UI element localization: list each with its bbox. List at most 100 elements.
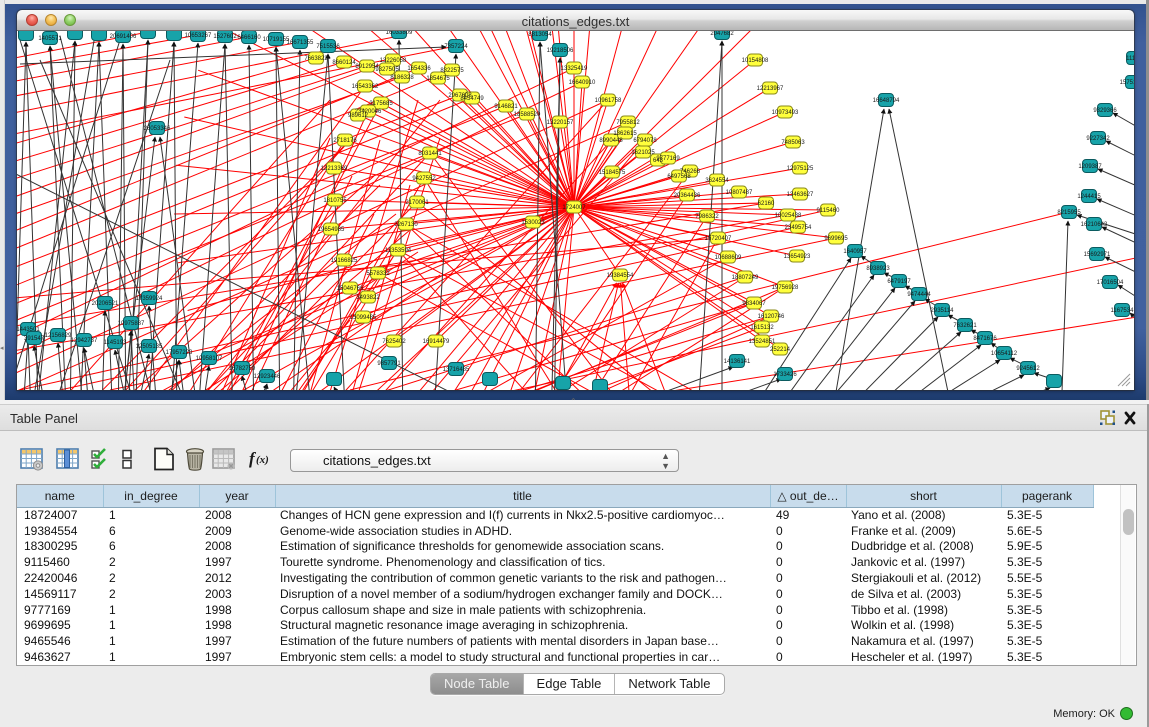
svg-text:14136141: 14136141 [724, 359, 751, 365]
svg-text:8215955: 8215955 [1057, 210, 1081, 216]
svg-text:17016504: 17016504 [1097, 280, 1124, 286]
svg-text:10807487: 10807487 [726, 190, 753, 196]
svg-text:7625402: 7625402 [382, 339, 406, 345]
svg-text:8660124: 8660124 [332, 60, 356, 66]
svg-text:19756928: 19756928 [772, 285, 799, 291]
svg-text:6466160: 6466160 [237, 35, 261, 41]
svg-text:15720407: 15720407 [705, 236, 732, 242]
svg-text:16914479: 16914479 [423, 339, 450, 345]
svg-text:11353594: 11353594 [385, 248, 412, 254]
svg-text:7485063: 7485063 [781, 140, 805, 146]
svg-text:16782759: 16782759 [229, 366, 256, 372]
svg-text:19166825: 19166825 [331, 258, 358, 264]
svg-text:13524851: 13524851 [749, 339, 776, 345]
svg-text:20206521: 20206521 [92, 301, 119, 307]
svg-text:8938923: 8938923 [866, 266, 890, 272]
svg-text:1209387: 1209387 [1078, 164, 1102, 170]
svg-text:6497568: 6497568 [667, 174, 691, 180]
svg-text:16033809: 16033809 [386, 31, 413, 36]
svg-text:10973493: 10973493 [772, 110, 799, 116]
svg-text:1640957: 1640957 [843, 249, 867, 255]
svg-text:7357224: 7357224 [444, 44, 468, 50]
svg-text:9834067: 9834067 [742, 301, 766, 307]
svg-text:1530023: 1530023 [521, 220, 545, 226]
svg-text:1145193: 1145193 [104, 340, 128, 346]
svg-text:9227342: 9227342 [1086, 136, 1110, 142]
svg-text:15692971: 15692971 [1084, 252, 1111, 258]
svg-text:15184575: 15184575 [599, 170, 626, 176]
svg-text:13716485: 13716485 [443, 367, 470, 373]
svg-text:7515536: 7515536 [316, 44, 340, 50]
svg-text:10654112: 10654112 [991, 351, 1018, 357]
svg-text:3624554: 3624554 [705, 178, 729, 184]
svg-text:13226058: 13226058 [380, 58, 407, 64]
svg-text:10688609: 10688609 [715, 255, 742, 261]
svg-text:13220157: 13220157 [547, 120, 574, 126]
svg-text:12213369: 12213369 [321, 166, 348, 172]
svg-text:8322575: 8322575 [440, 68, 464, 74]
svg-text:1733426: 1733426 [773, 372, 797, 378]
svg-text:3175685: 3175685 [369, 101, 393, 107]
svg-text:989612: 989612 [348, 113, 369, 119]
svg-text:20364436: 20364436 [674, 193, 701, 199]
svg-text:1615132: 1615132 [750, 325, 774, 331]
svg-text:8454749: 8454749 [460, 96, 484, 102]
svg-text:17957223: 17957223 [166, 350, 193, 356]
svg-text:7632621: 7632621 [953, 323, 977, 329]
svg-text:17359924: 17359924 [136, 296, 163, 302]
svg-text:16543362: 16543362 [352, 84, 379, 90]
svg-text:13463627: 13463627 [787, 192, 814, 198]
svg-text:2170061: 2170061 [405, 200, 429, 206]
svg-text:13325419: 13325419 [561, 66, 588, 72]
svg-text:12156829: 12156829 [45, 333, 72, 339]
svg-text:8031441: 8031441 [418, 151, 442, 157]
svg-text:1244415: 1244415 [1077, 194, 1101, 200]
svg-text:18807249: 18807249 [732, 275, 759, 281]
svg-text:1527602: 1527602 [213, 34, 237, 40]
svg-text:11124: 11124 [1126, 56, 1134, 62]
svg-text:16210643: 16210643 [1081, 222, 1108, 228]
svg-text:23495754: 23495754 [785, 225, 812, 231]
svg-text:19654985: 19654985 [318, 227, 345, 233]
svg-text:6479197: 6479197 [887, 279, 911, 285]
svg-text:7663822: 7663822 [304, 56, 328, 62]
svg-text:12923446: 12923446 [254, 374, 281, 380]
svg-text:26053346: 26053346 [144, 126, 171, 132]
svg-text:9474444: 9474444 [907, 292, 931, 298]
svg-text:8471676: 8471676 [973, 336, 997, 342]
svg-text:10025438: 10025438 [775, 213, 802, 219]
svg-text:6794078: 6794078 [633, 138, 657, 144]
svg-text:9329366: 9329366 [1093, 108, 1117, 114]
svg-text:2935114: 2935114 [931, 308, 955, 314]
svg-text:391547: 391547 [24, 336, 45, 342]
svg-text:8813054: 8813054 [528, 32, 552, 38]
svg-text:5578332: 5578332 [366, 271, 390, 277]
svg-text:19218506: 19218506 [547, 48, 574, 54]
svg-text:16120746: 16120746 [758, 314, 785, 320]
svg-text:9327505: 9327505 [375, 67, 399, 73]
svg-text:2047682: 2047682 [710, 31, 734, 37]
svg-text:9777169: 9777169 [656, 156, 680, 162]
svg-text:18588520: 18588520 [514, 112, 541, 118]
svg-text:10975887: 10975887 [118, 321, 145, 327]
svg-text:1654336: 1654336 [407, 66, 431, 72]
svg-text:10653267: 10653267 [185, 33, 212, 39]
svg-text:8990448: 8990448 [599, 138, 623, 144]
svg-text:19384554: 19384554 [607, 273, 634, 279]
svg-text:3267130: 3267130 [394, 222, 418, 228]
svg-text:15751074: 15751074 [1120, 80, 1134, 86]
svg-text:9115460: 9115460 [817, 208, 841, 214]
svg-text:1854675: 1854675 [426, 76, 450, 82]
svg-text:252214: 252214 [770, 347, 791, 353]
svg-text:15099485: 15099485 [350, 315, 377, 321]
svg-text:16648794: 16648794 [873, 98, 900, 104]
svg-text:10961758: 10961758 [595, 98, 622, 104]
svg-text:1724007: 1724007 [562, 205, 586, 211]
svg-text:9245612: 9245612 [1016, 366, 1040, 372]
svg-text:2718176: 2718176 [333, 138, 357, 144]
svg-text:9699695: 9699695 [824, 236, 848, 242]
svg-text:16640910: 16640910 [569, 80, 596, 86]
svg-text:1810755: 1810755 [323, 198, 347, 204]
svg-text:10154808: 10154808 [742, 58, 769, 64]
svg-text:9146821: 9146821 [494, 104, 518, 110]
